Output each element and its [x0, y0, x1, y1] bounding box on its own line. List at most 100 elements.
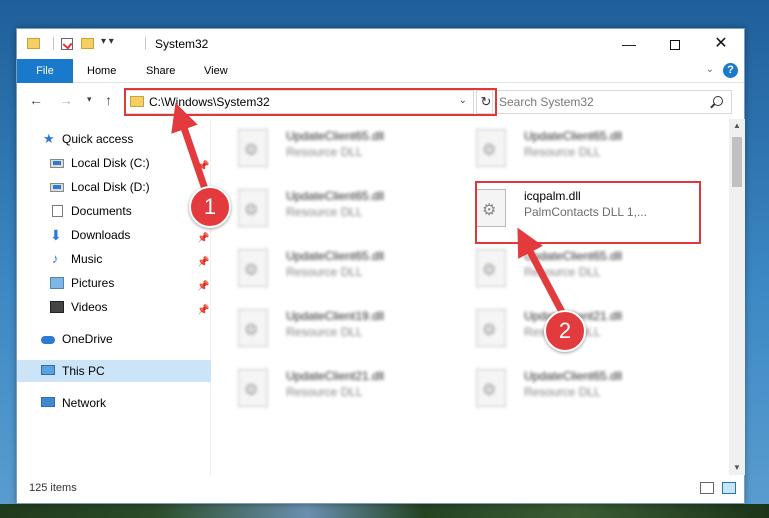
sidebar-item-documents[interactable]: Documents 📌 [17, 200, 211, 222]
tab-view[interactable]: View [204, 59, 228, 83]
file-name: UpdateClient65.dll [286, 129, 385, 143]
search-icon[interactable] [713, 96, 723, 106]
minimize-button[interactable]: — [606, 29, 652, 59]
file-type: Resource DLL [286, 205, 363, 219]
sidebar-item-quick-access[interactable]: ★ Quick access [17, 128, 211, 150]
file-item[interactable]: UpdateClient21.dll Resource DLL [216, 363, 416, 417]
pictures-icon [50, 277, 64, 289]
pin-icon[interactable]: 📌 [197, 276, 209, 298]
large-icons-view-icon[interactable] [722, 482, 736, 494]
cloud-icon [41, 336, 55, 344]
network-icon [41, 397, 55, 407]
sidebar-item-network[interactable]: Network [17, 392, 211, 414]
dll-file-icon [476, 309, 506, 347]
sidebar-item-label: Downloads [71, 228, 131, 242]
scroll-up-arrow-icon[interactable]: ▲ [729, 119, 745, 133]
maximize-button[interactable] [652, 29, 698, 59]
file-type: Resource DLL [286, 385, 363, 399]
disk-icon [50, 183, 64, 192]
dll-file-icon [476, 129, 506, 167]
recent-locations-chevron-icon[interactable]: ▾ [87, 94, 92, 105]
sidebar-item-local-disk-c[interactable]: Local Disk (C:) 📌 [17, 152, 211, 174]
file-list: UpdateClient65.dll Resource DLL UpdateCl… [212, 119, 728, 475]
sidebar-item-label: Music [71, 252, 103, 266]
file-type: Resource DLL [524, 265, 601, 279]
close-button[interactable]: ✕ [698, 29, 744, 59]
file-name: UpdateClient65.dll [524, 249, 623, 263]
file-type: Resource DLL [286, 145, 363, 159]
forward-arrow-icon[interactable]: → [59, 92, 73, 108]
file-type: Resource DLL [286, 325, 363, 339]
up-arrow-icon[interactable]: ↑ [105, 92, 112, 108]
star-icon: ★ [43, 131, 55, 146]
file-name: UpdateClient19.dll [286, 309, 385, 323]
toolbar-divider [53, 37, 54, 50]
sidebar-item-label: Local Disk (D:) [71, 180, 150, 194]
expand-ribbon-chevron-icon[interactable]: ⌄ [706, 64, 714, 75]
back-arrow-icon[interactable]: ← [29, 92, 43, 108]
customize-toolbar-chevron-icon[interactable]: ▾ ▾ [101, 36, 114, 47]
documents-icon [52, 205, 63, 217]
dll-file-icon [238, 309, 268, 347]
sidebar-item-label: This PC [62, 364, 105, 378]
dll-file-icon [476, 369, 506, 407]
vertical-scrollbar[interactable]: ▲ ▼ [729, 119, 745, 475]
maximize-icon [670, 40, 680, 51]
file-type: Resource DLL [524, 385, 601, 399]
file-explorer-window: ▾ ▾ System32 — ✕ File Home Share View ⌄ … [16, 28, 745, 504]
dll-file-icon [238, 249, 268, 287]
new-folder-icon[interactable] [81, 38, 94, 49]
sidebar-item-label: Documents [71, 204, 132, 218]
pin-icon[interactable]: 📌 [197, 300, 209, 322]
help-icon[interactable]: ? [723, 63, 738, 78]
sidebar-item-downloads[interactable]: ⬇ Downloads 📌 [17, 224, 211, 246]
properties-icon[interactable] [61, 38, 73, 50]
file-item[interactable]: UpdateClient65.dll Resource DLL [454, 363, 654, 417]
pin-icon[interactable]: 📌 [197, 156, 209, 178]
file-item[interactable]: UpdateClient65.dll Resource DLL [454, 243, 654, 297]
details-view-icon[interactable] [700, 482, 714, 494]
sidebar-item-local-disk-d[interactable]: Local Disk (D:) [17, 176, 211, 198]
disk-icon [50, 159, 64, 168]
dll-file-icon [238, 129, 268, 167]
sidebar-item-label: Videos [71, 300, 108, 314]
sidebar-item-onedrive[interactable]: OneDrive [17, 328, 211, 350]
step-1-badge: 1 [189, 186, 231, 228]
search-placeholder: Search System32 [499, 95, 594, 109]
scrollbar-thumb[interactable] [732, 137, 742, 187]
tab-file[interactable]: File [17, 59, 73, 83]
pin-icon[interactable]: 📌 [197, 228, 209, 250]
desktop-background [0, 504, 769, 518]
status-bar: 125 items [17, 475, 744, 503]
dll-file-icon [476, 249, 506, 287]
file-item[interactable]: UpdateClient65.dll Resource DLL [216, 123, 416, 177]
title-bar: ▾ ▾ System32 — ✕ [17, 29, 744, 59]
file-item[interactable]: UpdateClient65.dll Resource DLL [216, 243, 416, 297]
download-icon: ⬇ [50, 227, 62, 243]
sidebar-item-this-pc[interactable]: This PC [17, 360, 211, 382]
sidebar-item-music[interactable]: ♪ Music 📌 [17, 248, 211, 270]
file-name: UpdateClient65.dll [286, 189, 385, 203]
tab-home[interactable]: Home [87, 59, 116, 83]
sidebar-item-label: OneDrive [62, 332, 113, 346]
title-divider [145, 37, 146, 50]
file-name: UpdateClient21.dll [286, 369, 385, 383]
scroll-down-arrow-icon[interactable]: ▼ [729, 461, 745, 475]
search-input[interactable]: Search System32 [492, 90, 732, 114]
navigation-pane: ★ Quick access Local Disk (C:) 📌 Local D… [17, 119, 211, 475]
sidebar-item-pictures[interactable]: Pictures 📌 [17, 272, 211, 294]
file-item[interactable]: UpdateClient19.dll Resource DLL [216, 303, 416, 357]
sidebar-item-videos[interactable]: Videos 📌 [17, 296, 211, 318]
videos-icon [50, 301, 64, 313]
ribbon-tabs: File Home Share View ⌄ ? [17, 59, 744, 83]
pin-icon[interactable]: 📌 [197, 252, 209, 274]
file-item[interactable]: UpdateClient65.dll Resource DLL [216, 183, 416, 237]
folder-icon [27, 38, 40, 49]
file-name: UpdateClient65.dll [286, 249, 385, 263]
file-item[interactable]: UpdateClient65.dll Resource DLL [454, 123, 654, 177]
sidebar-item-label: Quick access [62, 132, 134, 146]
tab-share[interactable]: Share [146, 59, 175, 83]
file-name: UpdateClient65.dll [524, 129, 623, 143]
sidebar-item-label: Local Disk (C:) [71, 156, 150, 170]
music-icon: ♪ [52, 251, 59, 266]
